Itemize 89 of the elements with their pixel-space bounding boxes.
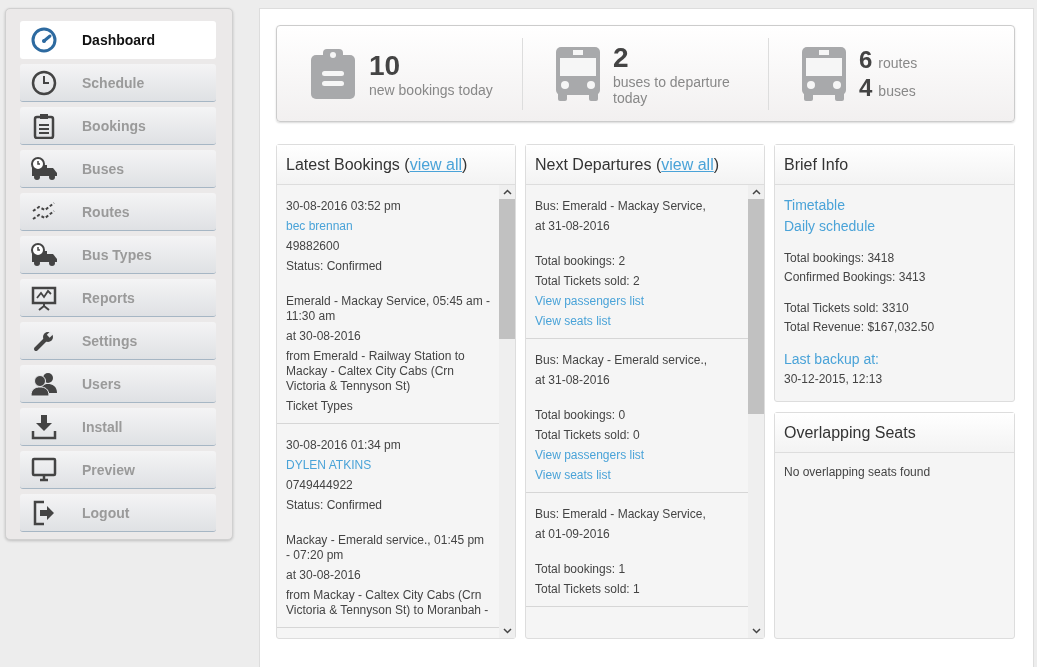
stat-label: routes [878,54,918,71]
link[interactable]: Timetable [784,197,1005,214]
sidebar-item[interactable]: Logout [20,494,216,532]
info-text: at 31-08-2016 [535,373,611,388]
scroll-up-icon[interactable] [502,189,512,195]
link[interactable]: View seats list [535,314,740,329]
scrollbar-thumb[interactable] [748,199,764,414]
info-text: Total Tickets sold: 2 [535,274,641,289]
truck-icon [30,242,58,267]
info-text: at 01-09-2016 [535,527,611,542]
clipboard-icon [309,46,357,101]
scroll-down-icon[interactable] [502,628,512,634]
stat-label: buses to departure today [613,73,731,106]
stat-number: 10 [369,49,402,82]
panel-title: Latest Bookings (view all) [286,155,468,174]
sidebar-item[interactable]: Reports [20,279,216,317]
bus-icon [801,45,847,102]
scrollbar[interactable] [499,185,515,638]
view-all-link[interactable]: view all [661,155,714,173]
line-chart-icon [31,200,57,223]
info-text: Total Tickets sold: 3310 [784,301,910,316]
info-text: Total bookings: 1 [535,562,627,577]
logout-icon [32,499,56,526]
info-text: No overlapping seats found [784,465,932,480]
download-icon [31,413,57,440]
wrench-icon [33,329,55,352]
sidebar-item[interactable]: Dashboard [20,21,216,59]
info-text: Total Tickets sold: 0 [535,428,641,443]
info-text: from Mackay - Caltex City Cabs (Crn Victoria & Tennyson St) to Moranbah - [286,588,490,618]
stat-label: new bookings today [369,81,494,98]
info-text: 0749444922 [286,478,354,493]
info-text: Confirmed Bookings: 3413 [784,270,927,285]
link[interactable]: Last backup at: [784,351,1005,368]
info-text: 30-08-2016 01:34 pm [286,438,402,453]
clock-icon [31,69,57,96]
info-text: Total Tickets sold: 1 [535,582,641,597]
info-text: from Emerald - Railway Station to Mackay - Caltex City Cabs (Crn Victoria & Tennyson St) [286,349,466,394]
info-text: Status: Confirmed [286,498,384,513]
link[interactable]: Daily schedule [784,218,1005,235]
info-text: 30-12-2015, 12:13 [784,372,884,387]
sidebar-item[interactable]: Preview [20,451,216,489]
info-text: Total bookings: 2 [535,254,627,269]
bus-icon [555,45,601,102]
link[interactable]: View passengers list [535,448,740,463]
info-text: Bus: Emerald - Mackay Service, [535,507,707,522]
stat-number: 4 [859,73,873,102]
stat-number: 2 [613,41,630,74]
sidebar-item[interactable]: Schedule [20,64,216,102]
scrollbar[interactable] [748,185,764,638]
info-text: Bus: Mackay - Emerald service., [535,353,709,368]
info-text: at 31-08-2016 [535,219,611,234]
sidebar-item[interactable]: Bookings [20,107,216,145]
info-text: at 30-08-2016 [286,568,362,583]
monitor-icon [31,456,57,483]
stat-number: 6 [859,45,873,74]
scroll-up-icon[interactable] [751,189,761,195]
info-text: Mackay - Emerald service., 01:45 pm - 07:20 pm [286,533,486,563]
clipboard-icon [33,112,55,139]
info-text: Ticket Types [286,399,354,414]
link[interactable]: View passengers list [535,294,740,309]
sidebar-item[interactable]: Install [20,408,216,446]
info-text: Status: Confirmed [286,259,384,274]
stat-label: buses [878,82,916,99]
panel-title: Next Departures (view all) [535,155,720,174]
scrollbar-thumb[interactable] [499,199,515,339]
link[interactable]: View seats list [535,468,740,483]
sidebar-item[interactable]: Bus Types [20,236,216,274]
info-text: Total Revenue: $167,032.50 [784,320,936,335]
sidebar-item[interactable]: Buses [20,150,216,188]
panel-title: Brief Info [784,155,849,174]
presentation-board-icon [31,284,57,311]
sidebar-item[interactable]: Routes [20,193,216,231]
info-text: 49882600 [286,239,341,254]
link[interactable]: bec brennan [286,219,491,234]
info-text: 30-08-2016 03:52 pm [286,199,402,214]
info-text: Emerald - Mackay Service, 05:45 am - 11:30 am [286,294,491,324]
scroll-down-icon[interactable] [751,628,761,634]
info-text: Total bookings: 3418 [784,251,896,266]
truck-icon [30,156,58,181]
link[interactable]: DYLEN ATKINS [286,458,491,473]
sidebar-item[interactable]: Users [20,365,216,403]
info-text: Total bookings: 0 [535,408,627,423]
info-text: at 30-08-2016 [286,329,362,344]
panel-title: Overlapping Seats [784,423,916,442]
info-text: Bus: Emerald - Mackay Service, [535,199,707,214]
users-icon [30,370,58,397]
speedometer-icon [31,26,57,53]
sidebar-item[interactable]: Settings [20,322,216,360]
view-all-link[interactable]: view all [409,155,463,173]
